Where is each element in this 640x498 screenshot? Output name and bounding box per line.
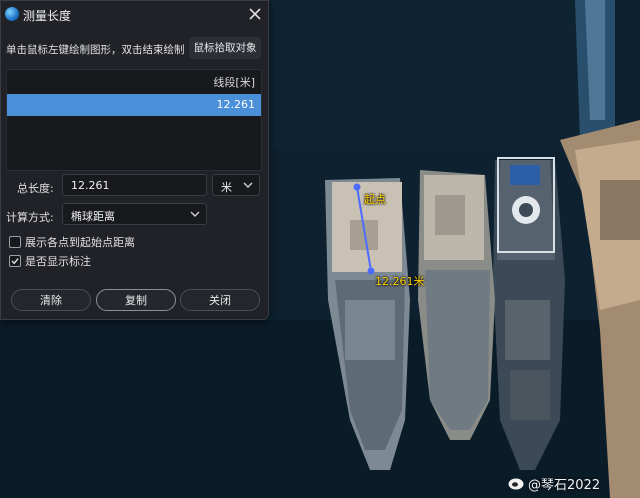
show-label-label: 是否显示标注 (25, 255, 91, 268)
copy-button[interactable]: 复制 (96, 289, 176, 311)
check-icon (11, 258, 19, 265)
app-globe-icon (5, 7, 19, 21)
measure-length-dialog: 测量长度 单击鼠标左键绘制图形，双击结束绘制 鼠标拾取对象 线段[米] 12.2… (0, 0, 269, 320)
calc-method-value: 椭球距离 (71, 210, 115, 223)
clear-button[interactable]: 清除 (11, 289, 91, 311)
draw-hint-text: 单击鼠标左键绘制图形，双击结束绘制 (6, 44, 185, 56)
watermark-text: @琴石2022 (528, 478, 601, 493)
total-length-field[interactable]: 12.261 (62, 174, 207, 196)
weibo-logo-icon (508, 478, 524, 490)
close-icon[interactable] (246, 5, 264, 23)
total-length-value: 12.261 (71, 179, 110, 192)
unit-value: 米 (221, 181, 232, 194)
close-button[interactable]: 关闭 (180, 289, 260, 311)
show-label-checkbox[interactable] (9, 255, 21, 267)
show-distance-label: 展示各点到起始点距离 (25, 236, 135, 249)
calc-method-label: 计算方式: (6, 211, 54, 224)
pick-object-button[interactable]: 鼠标拾取对象 (189, 37, 261, 59)
chevron-down-icon (243, 182, 253, 188)
segment-table: 线段[米] 12.261 (6, 69, 262, 171)
segment-length-cell: 12.261 (216, 98, 256, 111)
calc-method-select[interactable]: 椭球距离 (62, 203, 207, 225)
show-distance-checkbox[interactable] (9, 236, 21, 248)
segment-column-header: 线段[米] (213, 76, 255, 89)
chevron-down-icon (190, 211, 200, 217)
segment-length-label: 12.261米 (375, 275, 425, 288)
dialog-titlebar[interactable]: 测量长度 (1, 1, 268, 29)
start-point-label: 起点 (364, 193, 386, 206)
unit-select[interactable]: 米 (212, 174, 260, 196)
total-length-label: 总长度: (17, 182, 54, 195)
table-row[interactable]: 12.261 (7, 94, 261, 116)
dialog-title: 测量长度 (23, 9, 72, 23)
